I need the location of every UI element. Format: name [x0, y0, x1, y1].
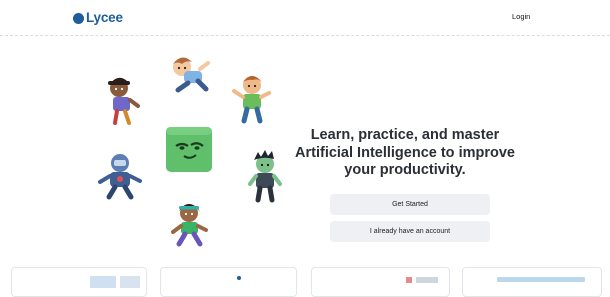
card-thumbnail-icon — [237, 276, 241, 280]
feature-card[interactable] — [160, 267, 297, 297]
login-link[interactable]: Login — [512, 12, 530, 21]
feature-cards-row — [0, 267, 610, 297]
boy-jumping-illustration — [173, 57, 210, 93]
hero-headline: Learn, practice, and master Artificial I… — [295, 127, 515, 178]
boy-cheering-illustration — [232, 76, 271, 124]
feature-card[interactable] — [462, 267, 602, 297]
hero-section: Learn, practice, and master Artificial I… — [0, 37, 610, 267]
have-account-button[interactable]: I already have an account — [330, 221, 490, 242]
zombie-boy-illustration — [248, 150, 282, 203]
feature-card[interactable] — [11, 267, 147, 297]
girl-dancing-illustration — [108, 77, 140, 125]
card-thumbnail-icon — [406, 277, 438, 283]
girl-running-illustration — [171, 204, 208, 247]
robot-illustration — [98, 154, 142, 200]
card-thumbnail-icon — [497, 277, 585, 282]
green-mascot-illustration — [166, 127, 212, 172]
card-thumbnail-icon — [90, 276, 140, 288]
logo[interactable]: Lycee — [73, 11, 123, 25]
get-started-button[interactable]: Get Started — [330, 194, 490, 215]
logo-text: Lycee — [86, 10, 123, 25]
feature-card[interactable] — [311, 267, 450, 297]
logo-dot-icon — [73, 12, 84, 24]
top-header: Lycee Login — [0, 0, 610, 36]
